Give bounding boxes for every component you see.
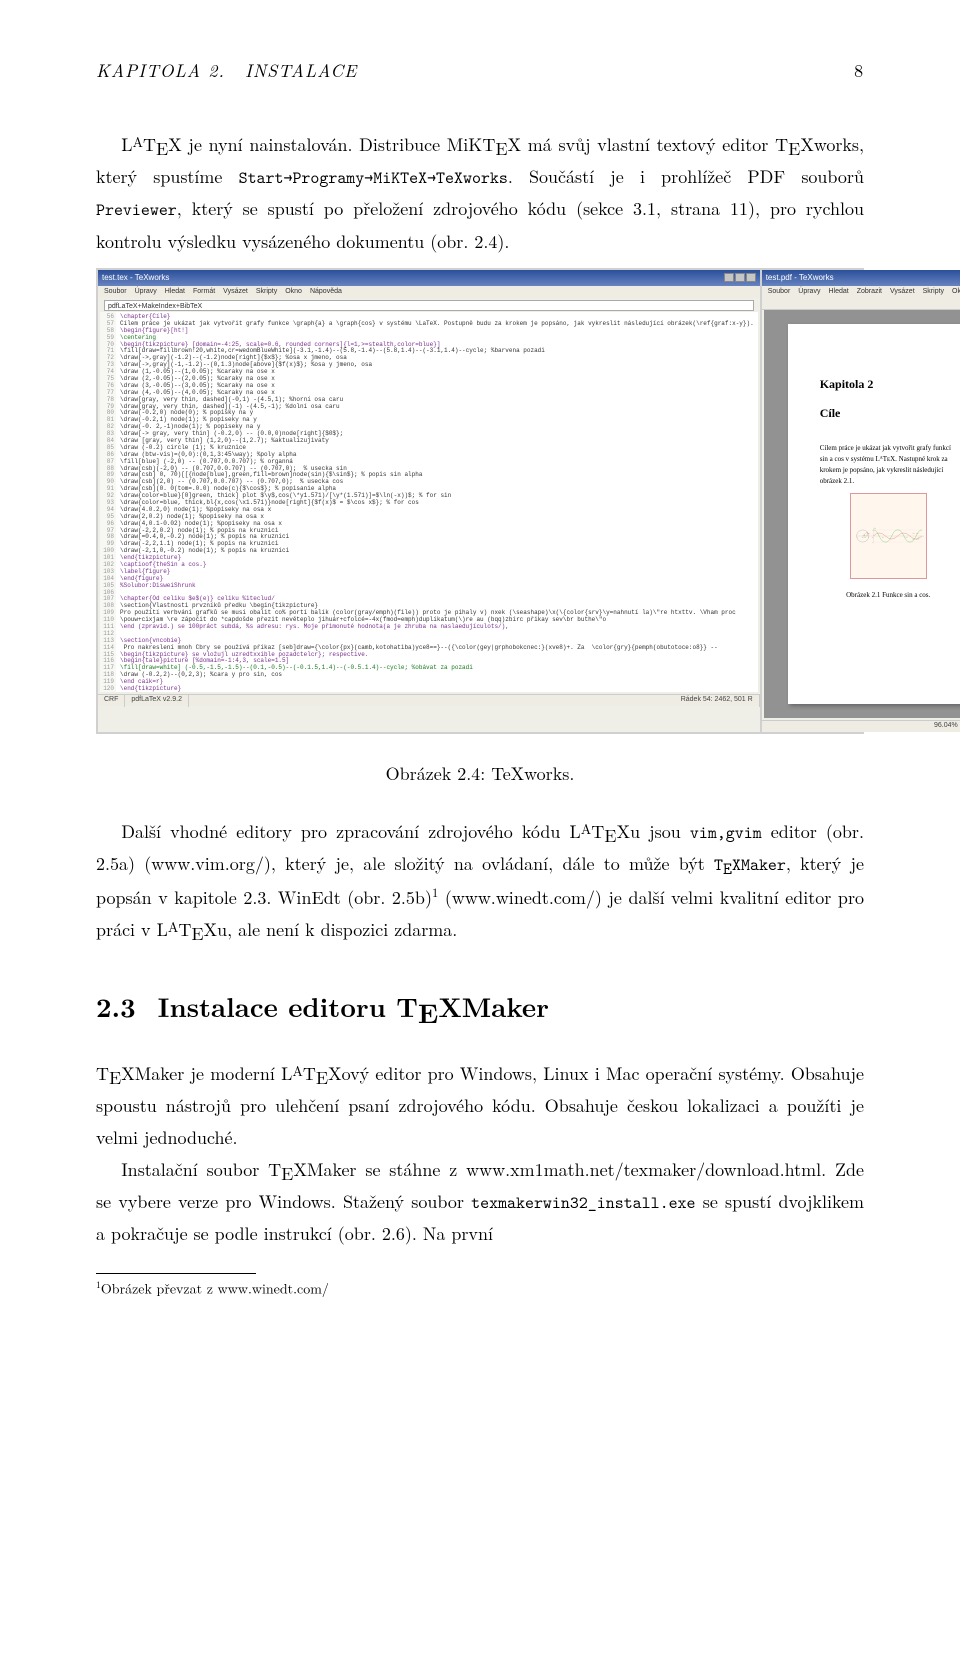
svg-text:3⁄2π: 3⁄2π: [905, 538, 908, 540]
pdf-plot: -1 0 1 0 1 -1 ½π π 3⁄2π 2π x: [850, 493, 927, 579]
installer-filename: texmakerwin32_install.exe: [471, 1192, 695, 1214]
footnote-rule: [96, 1273, 256, 1274]
chapter-title: INSTALACE: [245, 58, 357, 83]
section-number: 2.3: [96, 986, 136, 1025]
section-heading: 2.3Instalace editoru TEXMaker: [96, 982, 864, 1030]
pdf-viewport[interactable]: Kapitola 2 Cíle Cílem práce je ukázat ja…: [764, 310, 960, 718]
source-toolbar: pdfLaTeX+MakeIndex+BibTeX: [98, 298, 760, 312]
close-icon[interactable]: [746, 273, 756, 282]
source-menubar[interactable]: SouborÚpravyHledatFormátVysázetSkriptyOk…: [98, 286, 760, 298]
source-statusbar: CRF pdfLaTeX v2.9.2 Rádek 54: 2462, 501 …: [98, 694, 760, 706]
maximize-icon[interactable]: [735, 273, 745, 282]
minimize-icon[interactable]: [724, 273, 734, 282]
svg-text:f(x): f(x): [874, 527, 877, 530]
menu-path: Start→Programy→MiKTeX→TeXworks: [239, 167, 508, 189]
pdf-plot-caption: Obrázek 2.1 Funkce sin a cos.: [820, 589, 957, 601]
zoom-label: 96.04%: [928, 720, 960, 732]
texworks-source-window: test.tex - TeXworks SouborÚpravyHledatFo…: [98, 270, 760, 732]
source-titlebar: test.tex - TeXworks: [98, 270, 760, 286]
pdf-title: test.pdf - TeXworks: [766, 271, 834, 285]
source-title: test.tex - TeXworks: [102, 271, 169, 285]
pdf-intro-text: Cílem práce je ukázat jak vytvořit grafy…: [820, 443, 957, 488]
texworks-pdf-window: test.pdf - TeXworks SouborÚpravyHledatZo…: [762, 270, 960, 732]
pdf-menubar[interactable]: SouborÚpravyHledatZobrazitVysázetSkripty…: [762, 286, 960, 298]
pdf-statusbar: 96.04% strana 8: 17: [762, 720, 960, 732]
svg-text:1: 1: [872, 530, 873, 532]
editors-paragraph: Další vhodné editory pro zpracování zdro…: [96, 816, 864, 946]
page-number: 8: [854, 55, 864, 87]
footnote: 1Obrázek převzat z www.winedt.com/: [96, 1278, 864, 1299]
svg-text:0: 0: [862, 538, 863, 540]
previewer-name: Previewer: [96, 199, 177, 221]
svg-text:-1: -1: [871, 542, 872, 544]
figure-texworks: test.tex - TeXworks SouborÚpravyHledatFo…: [96, 268, 864, 734]
chapter-label: KAPITOLA 2.: [96, 58, 225, 83]
texmaker-paragraph-2: Instalační soubor TEXMaker se stáhne z w…: [96, 1154, 864, 1250]
svg-text:½π: ½π: [882, 537, 884, 540]
pdf-chapter-title: Cíle: [820, 403, 957, 424]
figure-caption: Obrázek 2.4: TeXworks.: [96, 758, 864, 790]
pdf-toolbar[interactable]: [762, 298, 960, 310]
pdf-titlebar: test.pdf - TeXworks: [762, 270, 960, 286]
running-head: KAPITOLA 2. INSTALACE 8: [96, 55, 864, 87]
vim-label: vim,gvim: [690, 822, 762, 844]
svg-text:cos α: cos α: [863, 537, 866, 539]
svg-text:0: 0: [872, 538, 873, 540]
pdf-page: Kapitola 2 Cíle Cílem práce je ukázat ja…: [788, 324, 960, 704]
svg-text:sin α: sin α: [867, 533, 870, 535]
pdf-chapter-label: Kapitola 2: [820, 374, 957, 395]
engine-selector[interactable]: pdfLaTeX+MakeIndex+BibTeX: [104, 300, 754, 311]
texmaker-paragraph-1: TEXMaker je moderní LATEXový editor pro …: [96, 1058, 864, 1154]
source-editor[interactable]: 5657585970717273747576777879808182838485…: [100, 312, 758, 692]
svg-text:x: x: [922, 537, 923, 539]
intro-paragraph: LATEX je nyní nainstalován. Distribuce M…: [96, 129, 864, 258]
